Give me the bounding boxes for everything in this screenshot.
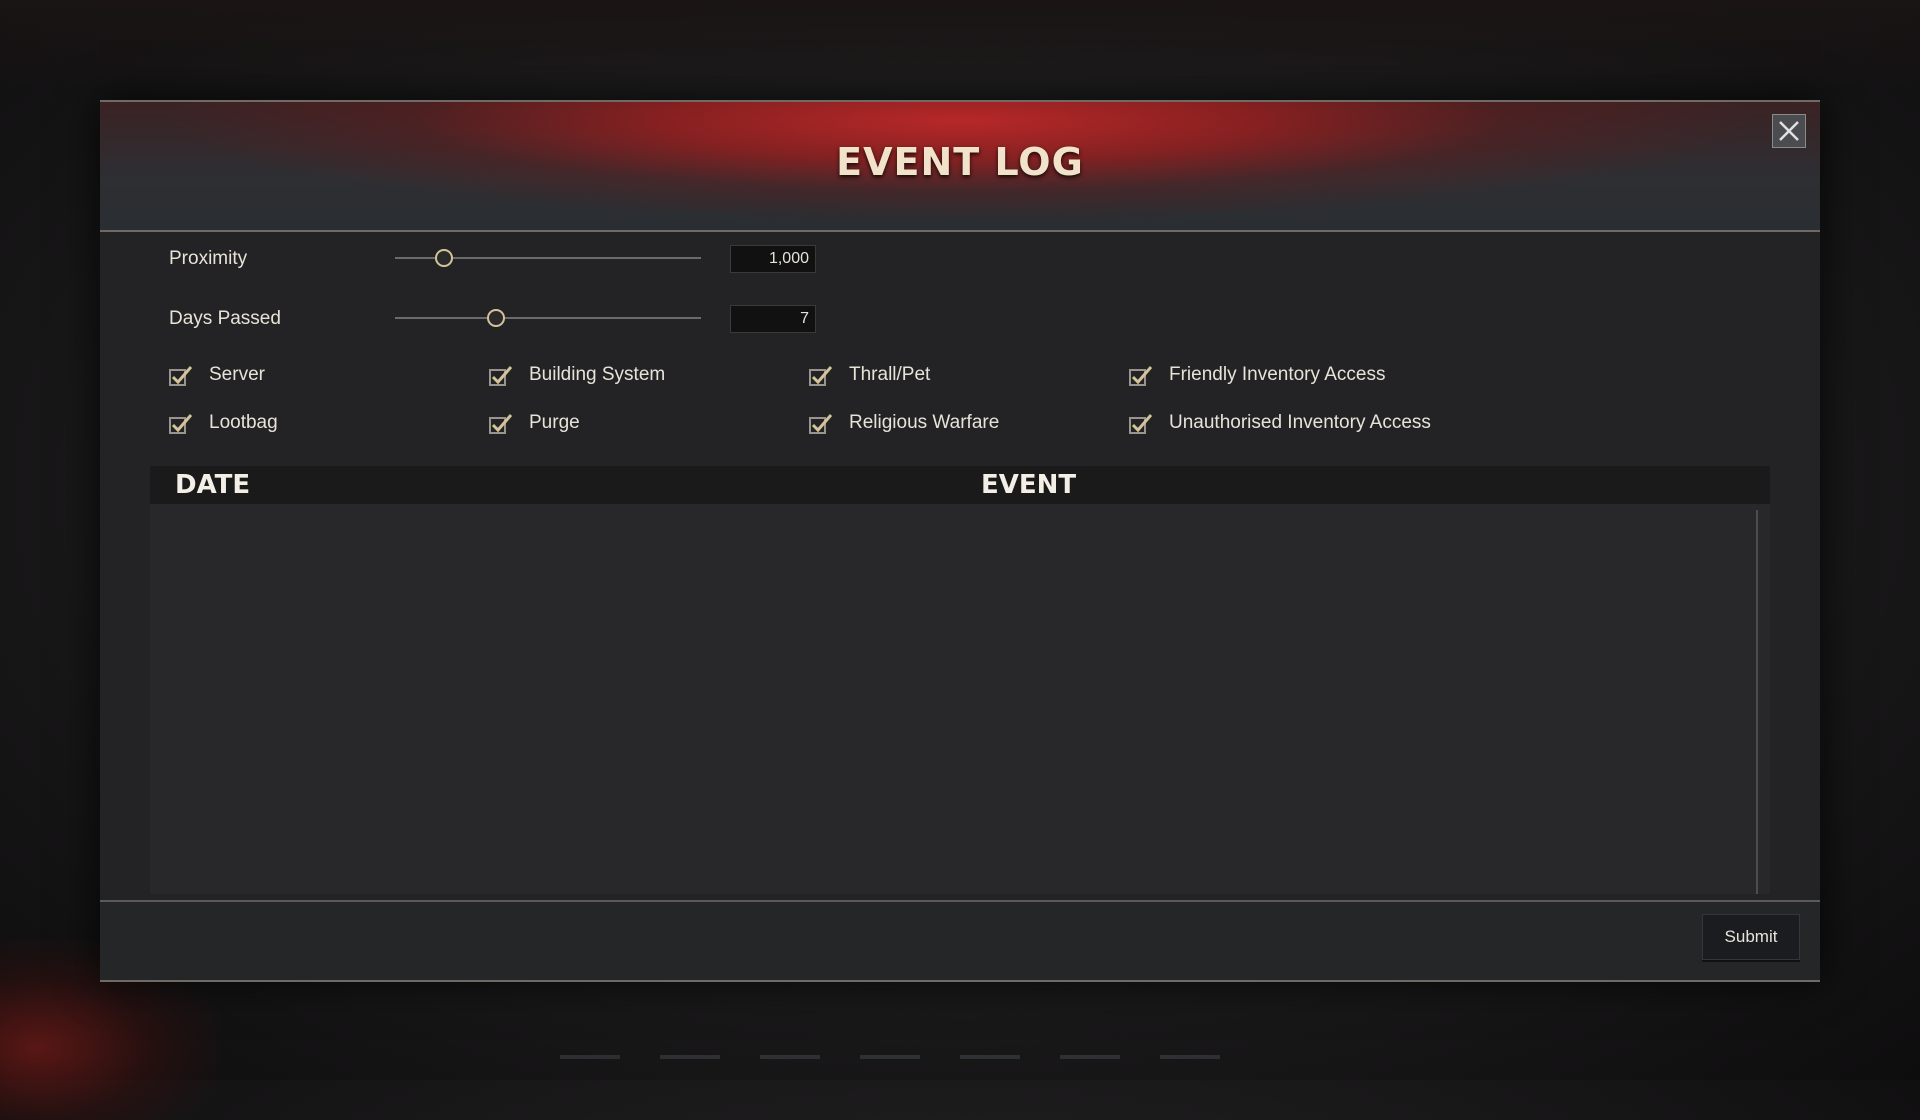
slider-thumb[interactable] [486, 309, 505, 327]
column-header-date[interactable]: DATE [175, 470, 250, 500]
checkbox-label: Unauthorised Inventory Access [1169, 412, 1431, 433]
column-header-event[interactable]: EVENT [981, 470, 1076, 500]
checkbox-checked-icon [809, 365, 833, 386]
checkbox-label: Thrall/Pet [849, 364, 931, 385]
checkbox-unauthorised-inventory-access[interactable]: Unauthorised Inventory Access [1129, 412, 1431, 434]
checkbox-label: Lootbag [209, 412, 278, 433]
checkbox-building-system[interactable]: Building System [489, 364, 665, 386]
window-header: EVENT LOG [100, 100, 1820, 232]
checkbox-friendly-inventory-access[interactable]: Friendly Inventory Access [1129, 364, 1385, 386]
event-log-window: EVENT LOG Proximity Days Passed Server B… [100, 100, 1820, 982]
checkbox-checked-icon [489, 365, 513, 386]
checkbox-religious-warfare[interactable]: Religious Warfare [809, 412, 999, 434]
checkbox-checked-icon [1129, 413, 1153, 434]
background-top [0, 0, 1920, 90]
slider-thumb[interactable] [434, 249, 453, 267]
proximity-input[interactable] [730, 245, 816, 273]
checkbox-label: Server [209, 364, 265, 385]
submit-button[interactable]: Submit [1702, 914, 1800, 960]
days-passed-input[interactable] [730, 305, 816, 333]
checkbox-lootbag[interactable]: Lootbag [169, 412, 278, 434]
checkbox-checked-icon [169, 365, 193, 386]
checkbox-label: Building System [529, 364, 666, 385]
days-passed-slider[interactable] [395, 306, 701, 330]
checkbox-label: Purge [529, 412, 580, 433]
checkbox-server[interactable]: Server [169, 364, 265, 386]
table-header: DATE EVENT [150, 466, 1770, 504]
checkbox-thrall-pet[interactable]: Thrall/Pet [809, 364, 930, 386]
checkbox-label: Religious Warfare [849, 412, 1000, 433]
event-list [150, 504, 1770, 894]
close-button[interactable] [1772, 114, 1806, 148]
proximity-slider[interactable] [395, 246, 701, 270]
hotbar-background [560, 1055, 1340, 1063]
window-title: EVENT LOG [836, 140, 1084, 184]
checkbox-label: Friendly Inventory Access [1169, 364, 1386, 385]
checkbox-purge[interactable]: Purge [489, 412, 580, 434]
slider-track [395, 317, 701, 319]
close-icon [1779, 121, 1799, 141]
scrollbar[interactable] [1756, 510, 1758, 894]
proximity-label: Proximity [169, 248, 248, 269]
window-footer: Submit [100, 900, 1820, 982]
days-passed-label: Days Passed [169, 308, 281, 329]
checkbox-checked-icon [809, 413, 833, 434]
checkbox-checked-icon [169, 413, 193, 434]
checkbox-checked-icon [489, 413, 513, 434]
checkbox-checked-icon [1129, 365, 1153, 386]
